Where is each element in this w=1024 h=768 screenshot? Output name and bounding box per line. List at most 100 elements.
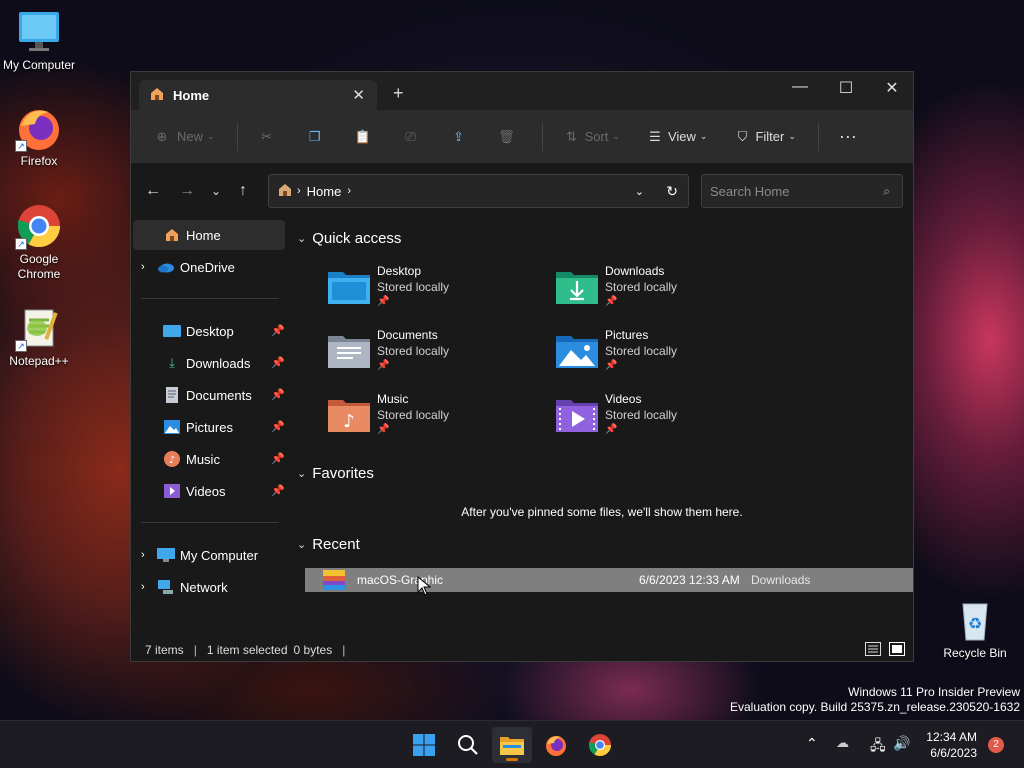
firefox-taskbar-button[interactable] xyxy=(536,727,576,763)
notification-badge[interactable]: 2 xyxy=(988,737,1004,753)
quick-access-music[interactable]: ♪ Music Stored locally 📌 xyxy=(327,392,547,452)
search-box[interactable]: ⌕ xyxy=(701,174,903,208)
navigation-pane: Home › OneDrive Desktop 📌 ⤓ Downloads 📌 … xyxy=(131,220,289,630)
refresh-icon[interactable]: ↻ xyxy=(666,183,678,200)
chevron-right-icon[interactable]: › xyxy=(141,549,157,561)
chevron-down-icon: ⌄ xyxy=(699,131,708,141)
chrome-icon xyxy=(589,734,611,756)
sidebar-item-my-computer[interactable]: › My Computer xyxy=(141,540,258,570)
tab-home[interactable]: Home ✕ xyxy=(139,80,377,110)
item-subtitle: Stored locally xyxy=(605,280,678,294)
recent-file-row[interactable]: macOS-Graphic 6/6/2023 12:33 AM Download… xyxy=(305,568,913,592)
recent-locations-button[interactable]: ⌄ xyxy=(211,184,221,198)
new-tab-button[interactable]: + xyxy=(393,83,404,104)
view-button[interactable]: ☰ View ⌄ xyxy=(642,125,708,149)
chrome-icon: ↗ xyxy=(15,202,63,250)
network-icon[interactable]: 🖧 xyxy=(870,735,886,759)
tab-title: Home xyxy=(173,87,210,103)
quick-access-pictures[interactable]: Pictures Stored locally 📌 xyxy=(555,328,775,388)
desktop-folder-icon xyxy=(327,268,371,306)
home-icon xyxy=(277,182,293,201)
close-window-button[interactable]: ✕ xyxy=(869,78,915,104)
desktop-icon-notepadpp[interactable]: ↗ Notepad++ xyxy=(0,304,78,369)
section-recent[interactable]: ⌄ Recent xyxy=(297,536,360,553)
address-bar[interactable]: › Home › ⌄ ↻ xyxy=(268,174,689,208)
pin-icon: 📌 xyxy=(271,389,285,401)
desktop-icon-firefox[interactable]: ↗ Firefox xyxy=(0,104,78,169)
desktop-icon-label: Recycle Bin xyxy=(943,646,1007,660)
chrome-taskbar-button[interactable] xyxy=(580,727,620,763)
quick-access-downloads[interactable]: Downloads Stored locally 📌 xyxy=(555,264,775,324)
status-divider: | xyxy=(342,643,346,657)
section-favorites[interactable]: ⌄ Favorites xyxy=(297,465,374,482)
search-input[interactable] xyxy=(710,183,870,199)
trash-icon: 🗑 xyxy=(498,128,515,144)
sidebar-item-downloads[interactable]: ⤓ Downloads xyxy=(163,348,250,378)
quick-access-desktop[interactable]: Desktop Stored locally 📌 xyxy=(327,264,547,324)
details-view-icon[interactable] xyxy=(865,642,881,659)
svg-text:♪: ♪ xyxy=(169,455,175,466)
onedrive-offline-icon[interactable]: ☁ xyxy=(836,735,849,751)
sidebar-item-home[interactable]: Home xyxy=(163,220,221,250)
chevron-right-icon[interactable]: › xyxy=(141,581,157,593)
download-icon: ⤓ xyxy=(169,355,175,370)
new-button[interactable]: ⊕ New ⌄ xyxy=(149,125,215,149)
minimize-button[interactable]: — xyxy=(777,78,823,104)
firefox-icon xyxy=(546,736,566,756)
search-button[interactable] xyxy=(448,727,488,763)
quick-access-documents[interactable]: Documents Stored locally 📌 xyxy=(327,328,547,388)
command-bar: ⊕ New ⌄ ✂ ❐ 📋 ⎚ ⇪ 🗑 ⇅ Sort ⌄ ☰ View ⌄ ⛉ … xyxy=(131,110,913,164)
rename-button[interactable]: ⎚ xyxy=(398,125,424,149)
plus-circle-icon: ⊕ xyxy=(156,128,168,144)
copy-button[interactable]: ❐ xyxy=(302,125,328,149)
item-subtitle: Stored locally xyxy=(605,408,678,422)
close-tab-icon[interactable]: ✕ xyxy=(352,86,365,104)
desktop-icon-recycle-bin[interactable]: ♻ Recycle Bin xyxy=(936,596,1014,661)
sort-button[interactable]: ⇅ Sort ⌄ xyxy=(559,125,620,149)
breadcrumb-home[interactable]: Home xyxy=(307,184,342,199)
windows-logo-icon xyxy=(413,734,435,756)
file-explorer-taskbar-button[interactable] xyxy=(492,727,532,763)
more-options-button[interactable]: ··· xyxy=(835,125,861,149)
chevron-down-icon[interactable]: ⌄ xyxy=(635,185,644,198)
file-explorer-window: Home ✕ + — ☐ ✕ ⊕ New ⌄ ✂ ❐ 📋 ⎚ ⇪ 🗑 ⇅ Sor… xyxy=(130,71,914,662)
sidebar-item-videos[interactable]: Videos xyxy=(163,476,226,506)
clock[interactable]: 12:34 AM 6/6/2023 xyxy=(926,729,977,761)
back-button[interactable]: ← xyxy=(145,182,161,200)
chevron-right-icon[interactable]: › xyxy=(141,261,157,273)
svg-text:♻: ♻ xyxy=(968,614,982,633)
sidebar-item-documents[interactable]: Documents xyxy=(163,380,252,410)
rename-icon: ⎚ xyxy=(405,128,416,144)
delete-button[interactable]: 🗑 xyxy=(494,125,520,149)
volume-icon[interactable]: 🔊 xyxy=(893,735,910,752)
up-button[interactable]: ↑ xyxy=(239,182,247,200)
sidebar-item-label: OneDrive xyxy=(180,259,235,275)
desktop-icon-label: Google Chrome xyxy=(17,252,61,281)
sidebar-item-onedrive[interactable]: › OneDrive xyxy=(141,252,235,282)
tiles-view-icon[interactable] xyxy=(889,642,905,659)
document-icon xyxy=(163,386,181,404)
documents-folder-icon xyxy=(327,332,371,370)
section-quick-access[interactable]: ⌄ Quick access xyxy=(297,230,401,247)
quick-access-videos[interactable]: Videos Stored locally 📌 xyxy=(555,392,775,452)
new-label: New xyxy=(177,129,204,144)
picture-icon xyxy=(163,418,181,436)
maximize-button[interactable]: ☐ xyxy=(823,78,869,104)
cut-button[interactable]: ✂ xyxy=(254,125,280,149)
item-name: Documents xyxy=(377,328,438,342)
sidebar-item-music[interactable]: ♪ Music xyxy=(163,444,220,474)
sidebar-item-network[interactable]: › Network xyxy=(141,572,228,602)
section-heading: Quick access xyxy=(312,230,402,247)
desktop-icon-google-chrome[interactable]: ↗ Google Chrome xyxy=(0,202,78,282)
share-button[interactable]: ⇪ xyxy=(446,125,472,149)
paste-button[interactable]: 📋 xyxy=(350,125,376,149)
start-button[interactable] xyxy=(404,727,444,763)
forward-button[interactable]: → xyxy=(179,182,195,200)
desktop-icon-my-computer[interactable]: My Computer xyxy=(0,8,78,73)
chevron-down-icon: ⌄ xyxy=(297,539,307,551)
sidebar-item-desktop[interactable]: Desktop xyxy=(163,316,234,346)
show-hidden-icons-chevron-up-icon[interactable]: ⌃ xyxy=(806,735,818,752)
chevron-down-icon: ⌄ xyxy=(297,233,307,245)
filter-button[interactable]: ⛉ Filter ⌄ xyxy=(729,125,796,149)
sidebar-item-pictures[interactable]: Pictures xyxy=(163,412,233,442)
